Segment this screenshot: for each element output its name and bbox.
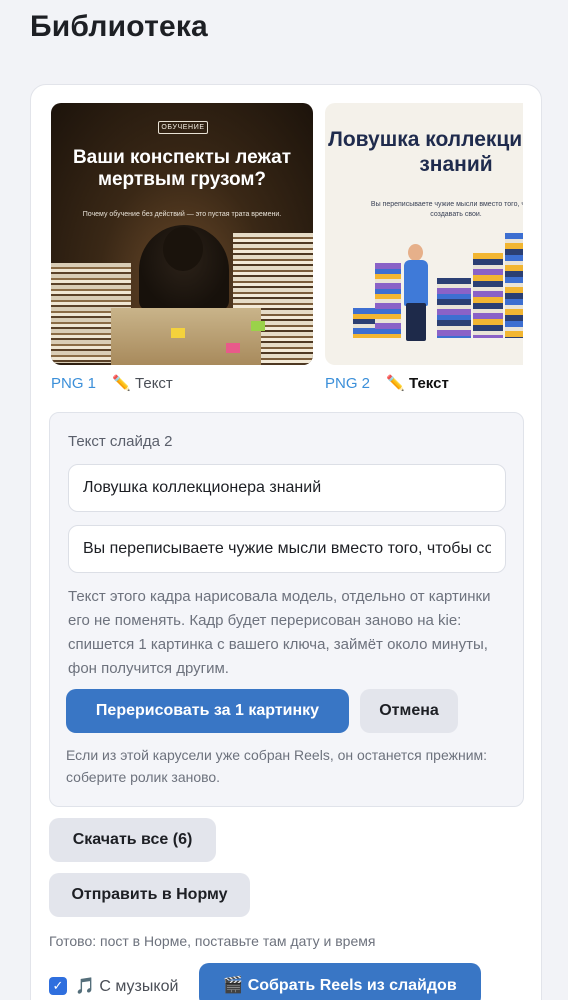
book-stack (375, 263, 401, 338)
slide-item-1: ОБУЧЕНИЕ Ваши конспекты лежат мертвым гр… (51, 103, 313, 393)
sticky-note (226, 343, 240, 353)
music-checkbox[interactable]: ✓ (49, 977, 67, 995)
editor-heading: Текст слайда 2 (68, 433, 173, 450)
slide-text-editor: Текст слайда 2 Текст этого кадра нарисов… (49, 412, 524, 807)
slide-1-caption: PNG 1 ✏️ Текст (51, 375, 313, 393)
desk-papers (111, 308, 261, 365)
slide-1-thumbnail[interactable]: ОБУЧЕНИЕ Ваши конспекты лежат мертвым гр… (51, 103, 313, 365)
person-legs (406, 303, 426, 341)
edit-text-link-1[interactable]: ✏️ Текст (112, 375, 173, 392)
slide-title-field[interactable] (68, 464, 506, 512)
person-body (404, 260, 428, 306)
download-all-button[interactable]: Скачать все (6) (49, 818, 216, 862)
redraw-notice: Текст этого кадра нарисовала модель, отд… (68, 588, 491, 677)
slide-item-2: Ловушка коллекционера знаний Вы переписы… (325, 103, 523, 393)
png-2-link[interactable]: PNG 2 (325, 375, 370, 392)
slide-1-subtitle: Почему обучение без действий — это пуста… (82, 211, 282, 218)
music-option[interactable]: ✓ 🎵 С музыкой (49, 975, 178, 997)
slide-2-caption: PNG 2 ✏️ Текст (325, 375, 523, 393)
person-head (408, 244, 423, 261)
reels-note: Если из этой карусели уже собран Reels, … (66, 747, 488, 785)
edit-text-link-2[interactable]: ✏️ Текст (386, 375, 449, 392)
status-message: Готово: пост в Норме, поставьте там дату… (49, 933, 376, 949)
slide-2-thumbnail[interactable]: Ловушка коллекционера знаний Вы переписы… (325, 103, 523, 365)
book-stack (473, 253, 503, 338)
slide-subtitle-field[interactable] (68, 525, 506, 573)
redraw-button[interactable]: Перерисовать за 1 картинку (66, 689, 349, 733)
student-head (163, 227, 203, 271)
slide-2-subtitle: Вы переписываете чужие мысли вместо того… (370, 201, 523, 218)
cancel-button[interactable]: Отмена (360, 689, 458, 733)
slide-2-title: Ловушка коллекционера знаний (328, 128, 523, 176)
sticky-note (251, 321, 265, 331)
sticky-note (171, 328, 185, 338)
png-1-link[interactable]: PNG 1 (51, 375, 96, 392)
build-reels-button[interactable]: 🎬 Собрать Reels из слайдов (199, 963, 481, 1000)
library-card: ОБУЧЕНИЕ Ваши конспекты лежат мертвым гр… (30, 84, 542, 1000)
music-label: 🎵 С музыкой (75, 978, 179, 995)
slide-1-title: Ваши конспекты лежат мертвым грузом? (72, 147, 292, 190)
slide-1-tag: ОБУЧЕНИЕ (158, 121, 208, 134)
page-title: Библиотека (30, 10, 208, 43)
book-stack (505, 233, 523, 338)
book-stack (437, 278, 471, 338)
send-to-norma-button[interactable]: Отправить в Норму (49, 873, 250, 917)
slides-carousel[interactable]: ОБУЧЕНИЕ Ваши конспекты лежат мертвым гр… (49, 103, 523, 403)
